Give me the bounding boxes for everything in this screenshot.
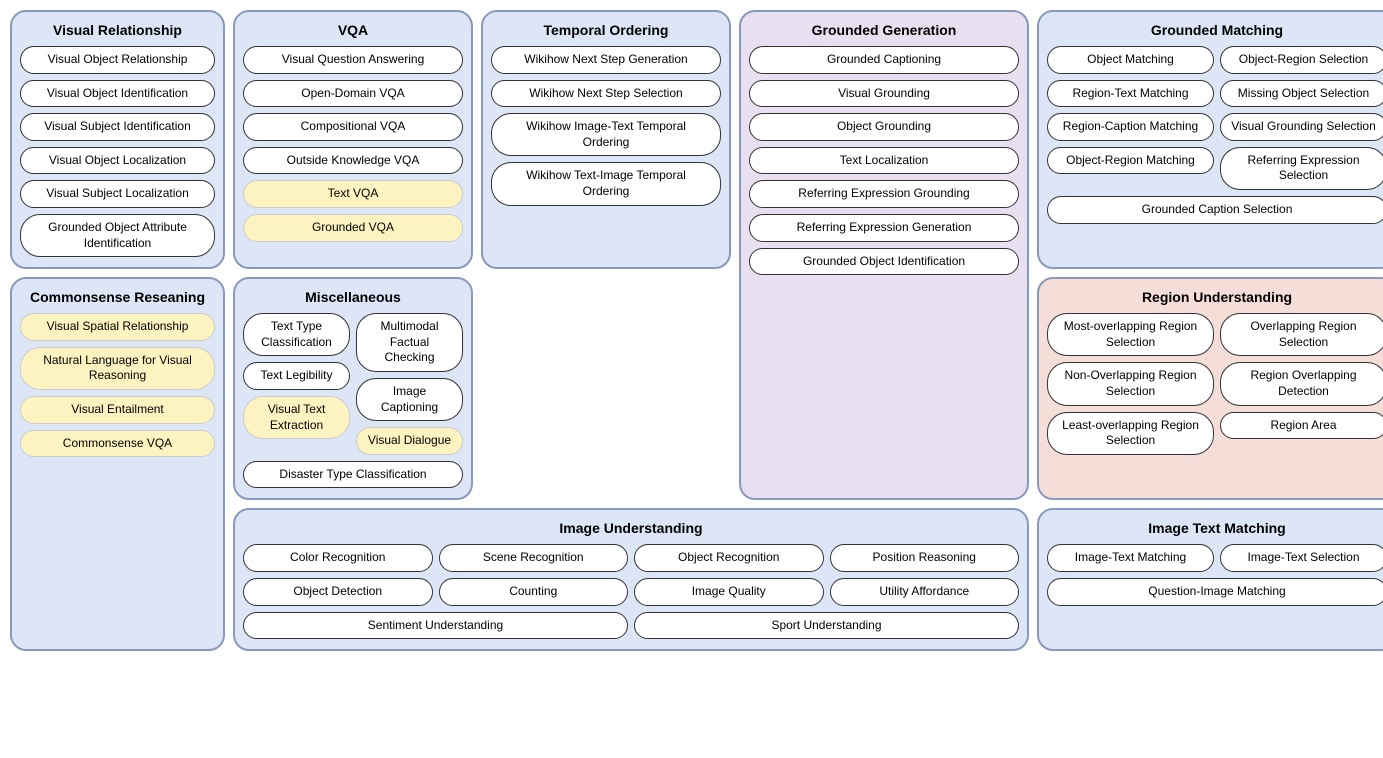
- commonsense-title: Commonsense Reseaning: [20, 289, 215, 305]
- tag-tleg: Text Legibility: [243, 362, 350, 390]
- region-understanding-section: Region Understanding Most-overlapping Re…: [1037, 277, 1383, 500]
- tag-vqa: Visual Question Answering: [243, 46, 463, 74]
- tag-pr: Position Reasoning: [830, 544, 1020, 572]
- tag-ra: Region Area: [1220, 412, 1383, 440]
- tag-iq: Image Quality: [634, 578, 824, 606]
- tag-mfc: Multimodal Factual Checking: [356, 313, 463, 372]
- tag-mors: Most-overlapping Region Selection: [1047, 313, 1214, 356]
- tag-cr: Color Recognition: [243, 544, 433, 572]
- tag-reg: Referring Expression Grounding: [749, 180, 1019, 208]
- tag-vgs: Visual Grounding Selection: [1220, 113, 1383, 141]
- tag-vsr: Visual Spatial Relationship: [20, 313, 215, 341]
- tag-ovrs: Overlapping Region Selection: [1220, 313, 1383, 356]
- tag-ttc: Text Type Classification: [243, 313, 350, 356]
- tag-witto: Wikihow Image-Text Temporal Ordering: [491, 113, 721, 156]
- tag-orm: Object-Region Matching: [1047, 147, 1214, 175]
- tag-od: Object Detection: [243, 578, 433, 606]
- tag-voloc: Visual Object Localization: [20, 147, 215, 175]
- tag-dtc: Disaster Type Classification: [243, 461, 463, 489]
- tag-mos: Missing Object Selection: [1220, 80, 1383, 108]
- tag-ve: Visual Entailment: [20, 396, 215, 424]
- tag-wtito: Wikihow Text-Image Temporal Ordering: [491, 162, 721, 205]
- tag-sr: Scene Recognition: [439, 544, 629, 572]
- grounded-matching-title: Grounded Matching: [1047, 22, 1383, 38]
- tag-ic: Image Captioning: [356, 378, 463, 421]
- tag-rcm: Region-Caption Matching: [1047, 113, 1214, 141]
- temporal-ordering-section: Temporal Ordering Wikihow Next Step Gene…: [481, 10, 731, 269]
- region-understanding-title: Region Understanding: [1047, 289, 1383, 305]
- visual-relationship-section: Visual Relationship Visual Object Relati…: [10, 10, 225, 269]
- tag-rtm: Region-Text Matching: [1047, 80, 1214, 108]
- tag-vd: Visual Dialogue: [356, 427, 463, 455]
- tag-om: Object Matching: [1047, 46, 1214, 74]
- tag-gvqa: Grounded VQA: [243, 214, 463, 242]
- tag-objr: Object Recognition: [634, 544, 824, 572]
- tag-vor: Visual Object Relationship: [20, 46, 215, 74]
- visual-relationship-title: Visual Relationship: [20, 22, 215, 38]
- tag-gc: Grounded Captioning: [749, 46, 1019, 74]
- grounded-generation-section: Grounded Generation Grounded Captioning …: [739, 10, 1029, 500]
- tag-wnss: Wikihow Next Step Selection: [491, 80, 721, 108]
- tag-vsloc: Visual Subject Localization: [20, 180, 215, 208]
- temporal-ordering-title: Temporal Ordering: [491, 22, 721, 38]
- tag-vte: Visual Text Extraction: [243, 396, 350, 439]
- tag-ors: Object-Region Selection: [1220, 46, 1383, 74]
- grounded-matching-section: Grounded Matching Object Matching Region…: [1037, 10, 1383, 269]
- tag-its: Image-Text Selection: [1220, 544, 1383, 572]
- tag-vg: Visual Grounding: [749, 80, 1019, 108]
- vqa-section: VQA Visual Question Answering Open-Domai…: [233, 10, 473, 269]
- tag-nlvr: Natural Language for Visual Reasoning: [20, 347, 215, 390]
- tag-tvqa: Text VQA: [243, 180, 463, 208]
- tag-odvqa: Open-Domain VQA: [243, 80, 463, 108]
- tag-su: Sentiment Understanding: [243, 612, 628, 640]
- tag-cnt: Counting: [439, 578, 629, 606]
- image-text-matching-title: Image Text Matching: [1047, 520, 1383, 536]
- tag-voi: Visual Object Identification: [20, 80, 215, 108]
- tag-nors: Non-Overlapping Region Selection: [1047, 362, 1214, 405]
- tag-tl: Text Localization: [749, 147, 1019, 175]
- tag-res: Referring Expression Selection: [1220, 147, 1383, 190]
- image-understanding-section: Image Understanding Color Recognition Sc…: [233, 508, 1029, 651]
- tag-vsi: Visual Subject Identification: [20, 113, 215, 141]
- miscellaneous-section: Miscellaneous Text Type Classification T…: [233, 277, 473, 500]
- tag-rod: Region Overlapping Detection: [1220, 362, 1383, 405]
- grounded-generation-title: Grounded Generation: [749, 22, 1019, 38]
- tag-okvqa: Outside Knowledge VQA: [243, 147, 463, 175]
- tag-regen: Referring Expression Generation: [749, 214, 1019, 242]
- tag-lors: Least-overlapping Region Selection: [1047, 412, 1214, 455]
- vqa-title: VQA: [243, 22, 463, 38]
- commonsense-section: Commonsense Reseaning Visual Spatial Rel…: [10, 277, 225, 651]
- image-text-matching-section: Image Text Matching Image-Text Matching …: [1037, 508, 1383, 651]
- tag-goai: Grounded Object Attribute Identification: [20, 214, 215, 257]
- tag-wnsg: Wikihow Next Step Generation: [491, 46, 721, 74]
- tag-gcs: Grounded Caption Selection: [1047, 196, 1383, 224]
- tag-qim: Question-Image Matching: [1047, 578, 1383, 606]
- tag-csvqa: Commonsense VQA: [20, 430, 215, 458]
- miscellaneous-title: Miscellaneous: [243, 289, 463, 305]
- tag-sptu: Sport Understanding: [634, 612, 1019, 640]
- tag-cvqa: Compositional VQA: [243, 113, 463, 141]
- tag-itm: Image-Text Matching: [1047, 544, 1214, 572]
- tag-og: Object Grounding: [749, 113, 1019, 141]
- image-understanding-title: Image Understanding: [243, 520, 1019, 536]
- tag-goi: Grounded Object Identification: [749, 248, 1019, 276]
- tag-ua: Utility Affordance: [830, 578, 1020, 606]
